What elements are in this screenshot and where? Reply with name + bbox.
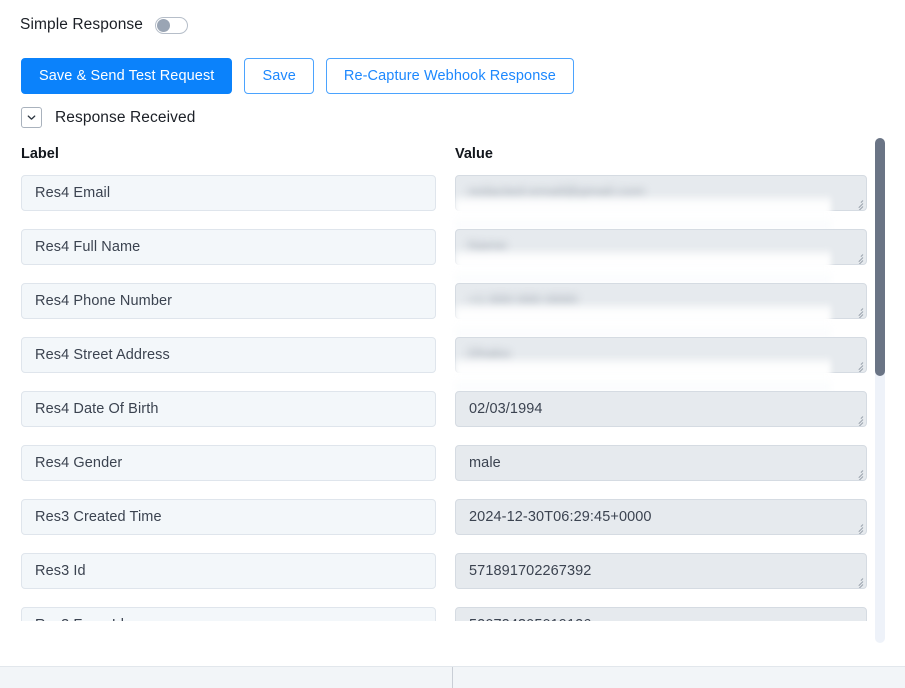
resize-grip-icon[interactable] <box>853 576 864 588</box>
column-header-label: Label <box>21 146 59 162</box>
resize-grip-icon[interactable] <box>853 414 864 426</box>
label-input[interactable]: Res4 Email <box>21 175 436 211</box>
resize-grip-icon[interactable] <box>853 630 864 642</box>
redacted-value-text: Name <box>468 239 507 255</box>
resize-grip-icon[interactable] <box>853 360 864 372</box>
table-row: Res3 Created Time 2024-12-30T06:29:45+000… <box>0 499 905 553</box>
label-input[interactable]: Res4 Full Name <box>21 229 436 265</box>
table-row: Res4 Phone Number +1 000 000 0000 <box>0 283 905 337</box>
webhook-response-panel: Simple Response Save & Send Test Request… <box>0 0 905 688</box>
table-row: Res3 Form Id 520724305019126 <box>0 607 905 643</box>
save-and-send-test-request-button[interactable]: Save & Send Test Request <box>21 58 233 94</box>
label-input[interactable]: Res3 Created Time <box>21 499 436 535</box>
footer-divider <box>452 667 453 688</box>
table-row: Res4 Full Name Name <box>0 229 905 283</box>
vertical-scrollbar[interactable] <box>875 138 885 643</box>
action-button-row: Save & Send Test Request Save Re-Capture… <box>21 58 574 94</box>
table-row: Res4 Gender male <box>0 445 905 499</box>
response-received-header: Response Received <box>21 107 195 128</box>
table-row: Res4 Email redacted-email@gmail.com <box>0 175 905 229</box>
resize-grip-icon[interactable] <box>853 306 864 318</box>
resize-grip-icon[interactable] <box>853 252 864 264</box>
chevron-down-icon[interactable] <box>21 107 42 128</box>
redacted-value-text: +1 000 000 0000 <box>468 293 578 309</box>
column-header-value: Value <box>455 146 493 162</box>
value-textarea[interactable]: 571891702267392 <box>455 553 867 589</box>
scrollbar-thumb[interactable] <box>875 138 885 376</box>
table-row: Res4 Date Of Birth 02/03/1994 <box>0 391 905 445</box>
label-input[interactable]: Res4 Phone Number <box>21 283 436 319</box>
response-field-table: Label Value Res4 Email redacted-email@gma… <box>0 138 905 643</box>
recapture-webhook-response-button[interactable]: Re-Capture Webhook Response <box>325 58 574 94</box>
value-textarea[interactable]: male <box>455 445 867 481</box>
save-button[interactable]: Save <box>244 58 314 94</box>
table-column-headers: Label Value <box>0 146 905 166</box>
label-input[interactable]: Res3 Id <box>21 553 436 589</box>
label-input[interactable]: Res4 Gender <box>21 445 436 481</box>
redacted-value-text: Dhaka <box>468 347 510 363</box>
redacted-value-text: redacted-email@gmail.com <box>468 185 645 201</box>
resize-grip-icon[interactable] <box>853 198 864 210</box>
resize-grip-icon[interactable] <box>853 522 864 534</box>
footer-bar <box>0 666 905 688</box>
response-received-label: Response Received <box>55 108 196 126</box>
resize-grip-icon[interactable] <box>853 468 864 480</box>
toggle-knob <box>156 18 170 32</box>
label-input[interactable]: Res3 Form Id <box>21 607 436 643</box>
simple-response-label: Simple Response <box>20 16 143 33</box>
value-textarea[interactable]: 02/03/1994 <box>455 391 867 427</box>
simple-response-toggle[interactable] <box>154 16 188 34</box>
label-input[interactable]: Res4 Date Of Birth <box>21 391 436 427</box>
value-textarea[interactable]: 520724305019126 <box>455 607 867 643</box>
table-row: Res3 Id 571891702267392 <box>0 553 905 607</box>
table-rows: Res4 Email redacted-email@gmail.com Res4 F… <box>0 175 905 643</box>
value-textarea[interactable]: 2024-12-30T06:29:45+0000 <box>455 499 867 535</box>
table-row: Res4 Street Address Dhaka <box>0 337 905 391</box>
label-input[interactable]: Res4 Street Address <box>21 337 436 373</box>
simple-response-row: Simple Response <box>20 16 188 34</box>
